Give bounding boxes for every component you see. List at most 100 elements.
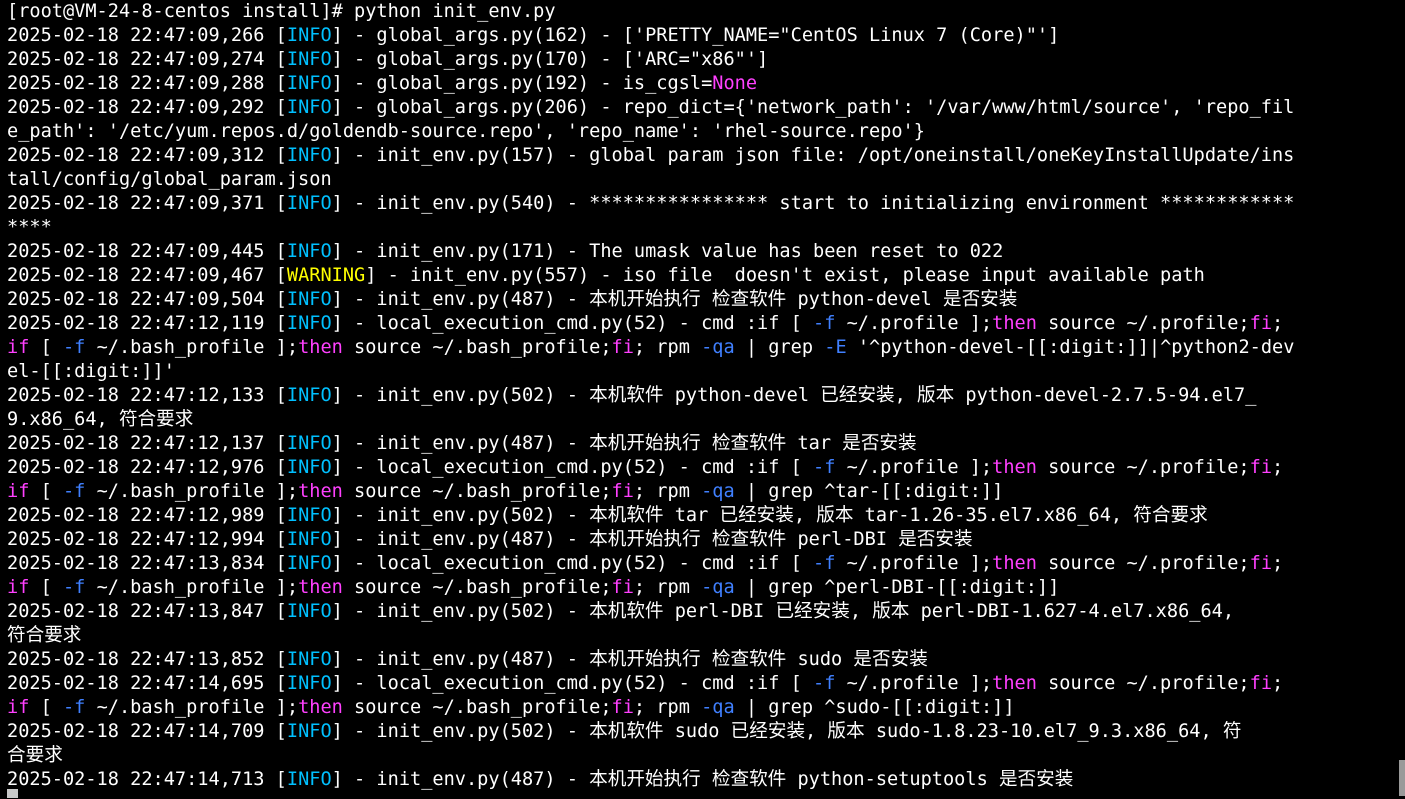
terminal-text-info: INFO	[286, 769, 332, 790]
terminal-line: 2025-02-18 22:47:14,695 [INFO] - local_e…	[7, 672, 1294, 696]
terminal-text-info: INFO	[286, 673, 332, 694]
terminal-text-default: ] - local_execution_cmd.py(52) - cmd :if…	[331, 313, 814, 334]
terminal-text-default: ] - local_execution_cmd.py(52) - cmd :if…	[331, 553, 814, 574]
terminal-text-default: 2025-02-18 22:47:14,713 [	[7, 769, 287, 790]
terminal-text-default: 2025-02-18 22:47:09,266 [	[7, 25, 287, 46]
terminal-text-default: source ~/.profile;	[1036, 673, 1250, 694]
terminal-text-default: ] - global_args.py(162) - ['PRETTY_NAME=…	[331, 25, 1060, 46]
terminal-text-default: 2025-02-18 22:47:09,288 [	[7, 73, 287, 94]
terminal-text-default: 2025-02-18 22:47:13,847 [	[7, 601, 287, 622]
terminal-line: 2025-02-18 22:47:12,119 [INFO] - local_e…	[7, 312, 1294, 336]
terminal-text-info: INFO	[286, 601, 332, 622]
terminal-text-default: ] - init_env.py(540) - **************** …	[331, 193, 1295, 214]
terminal-text-option: -qa	[701, 481, 735, 502]
terminal-text-option: -qa	[701, 337, 735, 358]
terminal-text-option: -E	[824, 337, 847, 358]
terminal-text-keyword: fi	[1249, 313, 1273, 334]
terminal-text-default: 2025-02-18 22:47:12,994 [	[7, 529, 287, 550]
terminal-text-option: -f	[813, 553, 836, 574]
terminal-text-info: INFO	[286, 25, 332, 46]
terminal-line: 9.x86_64, 符合要求	[7, 408, 1294, 432]
terminal-line: 2025-02-18 22:47:12,994 [INFO] - init_en…	[7, 528, 1294, 552]
terminal-text-default: ] - init_env.py(487) - 本机开始执行 检查软件 tar 是…	[331, 433, 917, 454]
terminal-text-keyword: if	[7, 337, 30, 358]
terminal-line: tall/config/global_param.json	[7, 168, 1294, 192]
terminal-cursor	[7, 789, 18, 798]
terminal-text-keyword: fi	[611, 697, 634, 718]
terminal-text-default: ; rpm	[633, 481, 702, 502]
terminal-line: 2025-02-18 22:47:12,989 [INFO] - init_en…	[7, 504, 1294, 528]
terminal-text-default: | grep	[734, 337, 825, 358]
terminal-text-default: ] - init_env.py(502) - 本机软件 python-devel…	[331, 385, 1257, 406]
terminal-text-default: source ~/.bash_profile;	[342, 577, 612, 598]
terminal-text-keyword: fi	[611, 481, 634, 502]
terminal-line: ****	[7, 216, 1294, 240]
terminal-text-default: source ~/.profile;	[1036, 553, 1250, 574]
terminal-text-default: 2025-02-18 22:47:09,312 [	[7, 145, 287, 166]
terminal-line: 2025-02-18 22:47:13,847 [INFO] - init_en…	[7, 600, 1294, 624]
terminal-line: 2025-02-18 22:47:09,371 [INFO] - init_en…	[7, 192, 1294, 216]
terminal-text-default: ] - init_env.py(487) - 本机开始执行 检查软件 perl-…	[331, 529, 973, 550]
terminal-text-keyword: then	[992, 313, 1037, 334]
terminal-text-info: INFO	[286, 385, 332, 406]
terminal-text-option: -f	[813, 457, 836, 478]
terminal-text-default: ] - init_env.py(487) - 本机开始执行 检查软件 pytho…	[331, 289, 1018, 310]
terminal-text-keyword: fi	[1249, 673, 1273, 694]
terminal-text-default: [root@VM-24-8-centos install]# python in…	[7, 1, 556, 22]
terminal-text-info: INFO	[286, 289, 332, 310]
terminal-text-default: 合要求	[7, 745, 63, 766]
terminal-text-default: ~/.profile ];	[835, 553, 993, 574]
terminal-text-default: 2025-02-18 22:47:12,119 [	[7, 313, 287, 334]
terminal-line: e_path': '/etc/yum.repos.d/goldendb-sour…	[7, 120, 1294, 144]
terminal-text-default: ~/.bash_profile ];	[85, 337, 299, 358]
terminal-line: 2025-02-18 22:47:13,852 [INFO] - init_en…	[7, 648, 1294, 672]
terminal-text-info: INFO	[286, 721, 332, 742]
terminal-line: el-[[:digit:]]'	[7, 360, 1294, 384]
terminal-text-keyword: fi	[611, 577, 634, 598]
terminal-text-default: e_path': '/etc/yum.repos.d/goldendb-sour…	[7, 121, 925, 142]
terminal-text-default: ~/.bash_profile ];	[85, 577, 299, 598]
terminal-text-default: [	[29, 337, 63, 358]
terminal-text-info: INFO	[286, 73, 332, 94]
terminal-text-default: ] - init_env.py(487) - 本机开始执行 检查软件 sudo …	[331, 649, 928, 670]
terminal-text-default: 符合要求	[7, 625, 82, 646]
terminal-line: 2025-02-18 22:47:14,709 [INFO] - init_en…	[7, 720, 1294, 744]
terminal-line: 2025-02-18 22:47:12,133 [INFO] - init_en…	[7, 384, 1294, 408]
terminal-line: 2025-02-18 22:47:09,312 [INFO] - init_en…	[7, 144, 1294, 168]
terminal-text-default: ~/.bash_profile ];	[85, 697, 299, 718]
terminal-text-keyword: then	[992, 457, 1037, 478]
scrollbar-thumb[interactable]	[1399, 760, 1405, 796]
terminal-text-default: source ~/.profile;	[1036, 457, 1250, 478]
terminal-text-info: INFO	[286, 457, 332, 478]
terminal-text-default: 2025-02-18 22:47:09,467 [	[7, 265, 287, 286]
terminal-line: if [ -f ~/.bash_profile ];then source ~/…	[7, 336, 1294, 360]
terminal-text-default: ; rpm	[633, 577, 702, 598]
terminal-text-default: ; rpm	[633, 697, 702, 718]
terminal-text-default: 2025-02-18 22:47:12,976 [	[7, 457, 287, 478]
terminal-text-keyword: fi	[611, 337, 634, 358]
terminal-text-keyword: then	[298, 481, 343, 502]
terminal-text-info: INFO	[286, 313, 332, 334]
terminal-text-keyword: then	[992, 673, 1037, 694]
terminal-window[interactable]: [root@VM-24-8-centos install]# python in…	[0, 0, 1405, 799]
terminal-text-info: INFO	[286, 433, 332, 454]
vertical-scrollbar[interactable]	[1399, 0, 1405, 799]
terminal-text-default: ] - global_args.py(206) - repo_dict={'ne…	[331, 97, 1295, 118]
terminal-text-option: -f	[62, 577, 86, 598]
terminal-line: if [ -f ~/.bash_profile ];then source ~/…	[7, 696, 1294, 720]
terminal-text-default: ] - global_args.py(170) - ['ARC="x86"']	[331, 49, 769, 70]
terminal-text-default: source ~/.bash_profile;	[342, 337, 612, 358]
terminal-text-default: 2025-02-18 22:47:13,834 [	[7, 553, 287, 574]
terminal-text-info: INFO	[286, 97, 332, 118]
terminal-line: 2025-02-18 22:47:13,834 [INFO] - local_e…	[7, 552, 1294, 576]
terminal-text-default: ] - init_env.py(487) - 本机开始执行 检查软件 pytho…	[331, 769, 1074, 790]
terminal-text-default: source ~/.profile;	[1036, 313, 1250, 334]
terminal-line: 2025-02-18 22:47:12,976 [INFO] - local_e…	[7, 456, 1294, 480]
terminal-text-default: ] - init_env.py(502) - 本机软件 perl-DBI 已经安…	[331, 601, 1235, 622]
terminal-text-default: ~/.profile ];	[835, 457, 993, 478]
terminal-text-option: -f	[62, 697, 86, 718]
terminal-line: [root@VM-24-8-centos install]# python in…	[7, 0, 1294, 24]
terminal-text-default: 2025-02-18 22:47:09,445 [	[7, 241, 287, 262]
terminal-text-default: ;	[1272, 313, 1284, 334]
terminal-text-default: ] - init_env.py(502) - 本机软件 tar 已经安装, 版本…	[331, 505, 1208, 526]
